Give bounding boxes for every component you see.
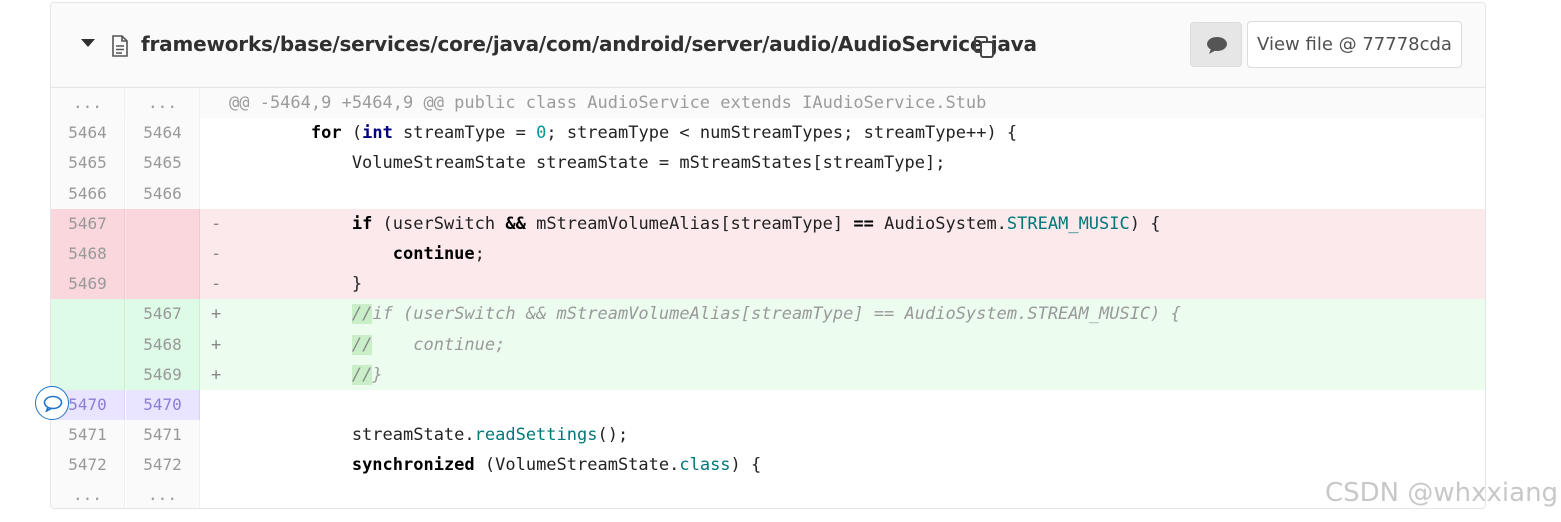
old-line-number[interactable]: 5471 bbox=[51, 420, 125, 451]
new-line-number[interactable]: 5465 bbox=[126, 148, 200, 179]
old-line-number[interactable]: ... bbox=[51, 88, 125, 119]
code-line: streamState.readSettings(); bbox=[201, 420, 1485, 450]
diff-line: ...... bbox=[51, 480, 1485, 508]
diff-line: 5464 5464 for (int streamType = 0; stream… bbox=[51, 118, 1485, 149]
new-line-number[interactable]: 5471 bbox=[126, 420, 200, 451]
new-line-number[interactable]: 5472 bbox=[126, 450, 200, 481]
diff-line: 5466 5466 bbox=[51, 178, 1485, 209]
code-line: @@ -5464,9 +5464,9 @@ public class Audio… bbox=[201, 88, 1485, 118]
old-line-number[interactable]: 5468 bbox=[51, 238, 125, 270]
diff-sign: + bbox=[211, 364, 222, 385]
diff-sign: + bbox=[211, 334, 222, 355]
code-line: VolumeStreamState streamState = mStreamS… bbox=[201, 148, 1485, 178]
code-line: + // continue; bbox=[201, 330, 1485, 360]
code-text: } bbox=[229, 274, 363, 295]
diff-sign: - bbox=[211, 243, 222, 264]
diff-line: 5468 - continue; bbox=[51, 238, 1485, 270]
old-line-number[interactable]: 5467 bbox=[51, 208, 125, 239]
old-line-number[interactable]: 5465 bbox=[51, 148, 125, 179]
old-line-number[interactable] bbox=[51, 329, 125, 360]
file-icon bbox=[112, 35, 128, 57]
code-text: @@ -5464,9 +5464,9 @@ public class Audio… bbox=[229, 93, 987, 113]
new-line-number[interactable]: ... bbox=[126, 480, 200, 508]
code-line: for (int streamType = 0; streamType < nu… bbox=[201, 118, 1485, 148]
old-line-number[interactable] bbox=[51, 359, 125, 390]
old-line-number[interactable] bbox=[51, 299, 125, 330]
diff-sign: - bbox=[211, 274, 222, 295]
code-line: - if (userSwitch && mStreamVolumeAlias[s… bbox=[201, 209, 1485, 239]
code-line: synchronized (VolumeStreamState.class) { bbox=[201, 450, 1485, 480]
code-text: synchronized (VolumeStreamState.class) { bbox=[351, 455, 762, 476]
new-line-number[interactable] bbox=[126, 208, 200, 239]
file-header: frameworks/base/services/core/java/com/a… bbox=[51, 3, 1485, 88]
diff-line: 5471 5471 streamState.readSettings(); bbox=[51, 420, 1485, 451]
new-line-number[interactable]: 5469 bbox=[126, 359, 200, 390]
new-line-number[interactable]: 5470 bbox=[126, 389, 200, 421]
old-line-number[interactable]: ... bbox=[51, 480, 125, 508]
new-line-number[interactable]: 5468 bbox=[126, 329, 200, 360]
new-line-number[interactable] bbox=[126, 269, 200, 300]
diff-line: 5467 + //if (userSwitch && mStreamVolumeA… bbox=[51, 299, 1485, 330]
code-text: continue; bbox=[392, 243, 485, 264]
diff-line: 5467 - if (userSwitch && mStreamVolumeAli… bbox=[51, 208, 1485, 239]
new-line-number[interactable] bbox=[126, 238, 200, 270]
diff-file: frameworks/base/services/core/java/com/a… bbox=[50, 2, 1486, 509]
diff-line: 5468 + // continue; bbox=[51, 329, 1485, 360]
code-line: - } bbox=[201, 269, 1485, 299]
code-line: - continue; bbox=[201, 239, 1485, 269]
toggle-comments-button[interactable] bbox=[1190, 22, 1242, 67]
diff-line: 5470 5470 bbox=[51, 389, 1485, 421]
add-comment-icon[interactable] bbox=[35, 386, 69, 420]
diff-table: ...... @@ -5464,9 +5464,9 @@ public class… bbox=[51, 88, 1485, 508]
comment-icon bbox=[1207, 37, 1227, 54]
diff-line: ...... @@ -5464,9 +5464,9 @@ public class… bbox=[51, 88, 1485, 119]
code-text: //} bbox=[351, 364, 383, 385]
file-path[interactable]: frameworks/base/services/core/java/com/a… bbox=[141, 32, 1037, 56]
code-text: streamState.readSettings(); bbox=[229, 425, 629, 446]
watermark: CSDN @whxxiang bbox=[1325, 478, 1559, 508]
code-text: // continue; bbox=[351, 334, 506, 355]
new-line-number[interactable]: ... bbox=[126, 88, 200, 119]
diff-line: 5472 5472 synchronized (VolumeStreamState… bbox=[51, 450, 1485, 481]
code-line: + //} bbox=[201, 360, 1485, 390]
diff-sign: + bbox=[211, 304, 222, 325]
code-text: VolumeStreamState streamState = mStreamS… bbox=[229, 153, 946, 174]
old-line-number[interactable]: 5464 bbox=[51, 118, 125, 149]
new-line-number[interactable]: 5467 bbox=[126, 299, 200, 330]
diff-sign: - bbox=[211, 213, 222, 234]
code-line: + //if (userSwitch && mStreamVolumeAlias… bbox=[201, 299, 1485, 329]
old-line-number[interactable]: 5466 bbox=[51, 178, 125, 209]
code-text: for (int streamType = 0; streamType < nu… bbox=[310, 123, 1018, 144]
chevron-down-icon[interactable] bbox=[81, 39, 95, 47]
code-text: //if (userSwitch && mStreamVolumeAlias[s… bbox=[351, 304, 1181, 325]
view-file-button[interactable]: View file @ 77778cda bbox=[1247, 21, 1462, 68]
diff-line: 5469 + //} bbox=[51, 359, 1485, 390]
code-text: if (userSwitch && mStreamVolumeAlias[str… bbox=[351, 213, 1161, 234]
diff-line: 5465 5465 VolumeStreamState streamState =… bbox=[51, 148, 1485, 179]
new-line-number[interactable]: 5466 bbox=[126, 178, 200, 209]
old-line-number[interactable]: 5469 bbox=[51, 269, 125, 300]
old-line-number[interactable]: 5472 bbox=[51, 450, 125, 481]
diff-line: 5469 - } bbox=[51, 269, 1485, 300]
copy-icon[interactable] bbox=[973, 35, 995, 59]
new-line-number[interactable]: 5464 bbox=[126, 118, 200, 149]
